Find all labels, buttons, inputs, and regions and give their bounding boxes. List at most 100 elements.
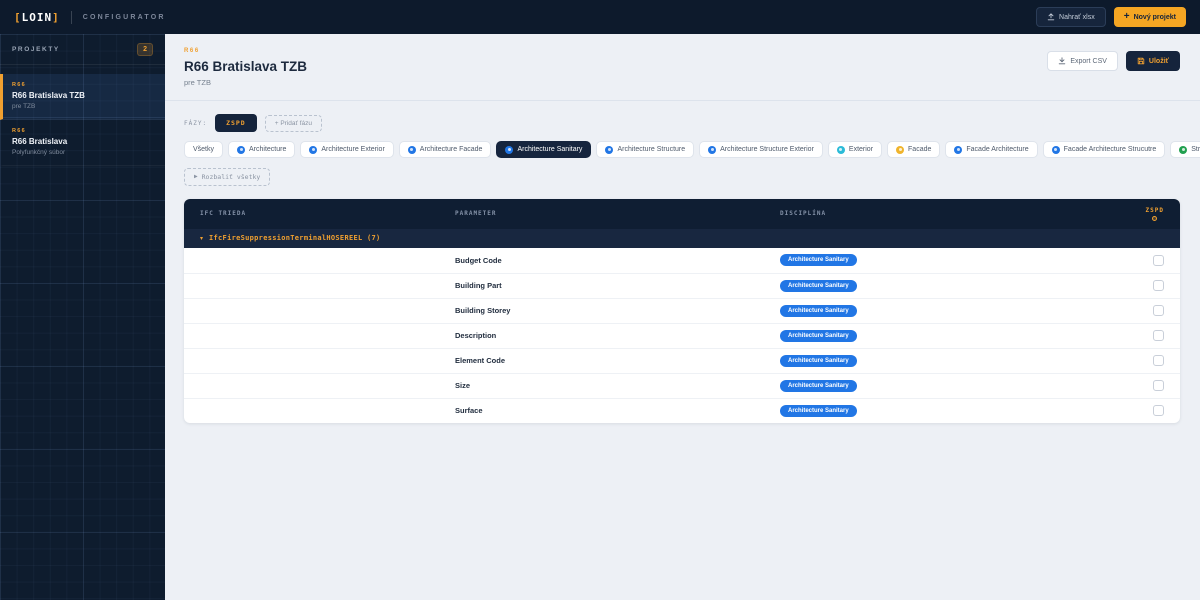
export-csv-label: Export CSV [1070,58,1107,65]
expand-all-button[interactable]: ▶ Rozbaliť všetky [184,168,270,186]
save-button[interactable]: Uložiť [1126,51,1180,71]
download-icon [1058,57,1066,65]
page-header: R66 R66 Bratislava TZB pre TZB Export CS… [184,48,1180,87]
zspd-column-label: ZSPD [1146,207,1164,214]
upload-label: Nahrať xlsx [1059,14,1095,21]
project-subtitle: pre TZB [12,103,153,110]
save-icon [1137,57,1145,65]
row-checkbox[interactable] [1153,330,1164,341]
upload-icon [1047,13,1055,21]
projects-header: PROJEKTY 2 [0,34,165,65]
project-subtitle: Polyfunkčný súbor [12,149,153,156]
table-row: Element Code Architecture Sanitary [184,348,1180,373]
discipline-badge: Architecture Sanitary [780,330,857,342]
discipline-dot-icon [954,146,962,154]
filter-chip-label: Architecture Exterior [321,146,384,153]
sidebar-project-r66-bratislava-tzb[interactable]: R66 R66 Bratislava TZB pre TZB [0,74,165,120]
column-zspd[interactable]: ZSPD [1146,207,1164,221]
logo-bracket-left: [ [14,11,22,24]
discipline-dot-icon [708,146,716,154]
logo-text: LOIN [22,11,53,24]
save-label: Uložiť [1149,58,1169,65]
discipline-badge: Architecture Sanitary [780,280,857,292]
row-checkbox[interactable] [1153,280,1164,291]
row-checkbox[interactable] [1153,305,1164,316]
discipline-dot-icon [896,146,904,154]
plus-icon: + [1124,12,1130,22]
add-phase-button[interactable]: + Pridať fázu [265,115,322,132]
filter-chip-label: Architecture [249,146,286,153]
row-checkbox[interactable] [1153,405,1164,416]
parameter-name: Building Storey [455,306,780,315]
filter-chip-structure[interactable]: Structure [1170,141,1200,158]
header-divider [165,100,1200,101]
filter-chip-label: Facade [908,146,931,153]
page-title: R66 Bratislava TZB [184,59,307,74]
logo-divider [71,11,72,24]
discipline-badge: Architecture Sanitary [780,305,857,317]
column-parameter: PARAMETER [455,210,780,217]
new-project-button[interactable]: + Nový projekt [1114,7,1186,27]
projects-sidebar: PROJEKTY 2 R66 R66 Bratislava TZB pre TZ… [0,34,165,600]
filter-chip-facade[interactable]: Facade [887,141,940,158]
page-subtitle: pre TZB [184,78,307,87]
export-csv-button[interactable]: Export CSV [1047,51,1118,71]
row-checkbox[interactable] [1153,380,1164,391]
discipline-filter-bar: Všetky Architecture Architecture Exterio… [184,141,1180,158]
main-content: R66 R66 Bratislava TZB pre TZB Export CS… [165,34,1200,600]
filter-chip-label: Architecture Structure [617,146,685,153]
project-name: R66 Bratislava [12,137,153,146]
column-disciplina: DISCIPLÍNA [780,210,1114,217]
table-body: Budget Code Architecture Sanitary Buildi… [184,248,1180,423]
parameter-name: Size [455,381,780,390]
filter-chip-label: Structure [1191,146,1200,153]
ifc-group-row[interactable]: ▾ IfcFireSuppressionTerminalHOSEREEL (7) [184,229,1180,248]
table-row: Building Storey Architecture Sanitary [184,298,1180,323]
discipline-badge: Architecture Sanitary [780,380,857,392]
filter-chip-label: Architecture Facade [420,146,483,153]
project-code-label: R66 [184,48,307,54]
filter-chip-v-etky[interactable]: Všetky [184,141,223,158]
topbar: [ LOIN ] CONFIGURATOR Nahrať xlsx + Nový… [0,0,1200,34]
discipline-dot-icon [1179,146,1187,154]
expand-all-label: Rozbaliť všetky [202,173,261,181]
parameter-name: Budget Code [455,256,780,265]
phases-label: FÁZY: [184,120,207,127]
upload-xlsx-button[interactable]: Nahrať xlsx [1036,7,1106,27]
project-name: R66 Bratislava TZB [12,91,153,100]
parameter-name: Building Part [455,281,780,290]
table-row: Size Architecture Sanitary [184,373,1180,398]
sidebar-project-r66-bratislava[interactable]: R66 R66 Bratislava Polyfunkčný súbor [0,120,165,166]
filter-chip-architecture-facade[interactable]: Architecture Facade [399,141,492,158]
filter-chip-architecture-structure[interactable]: Architecture Structure [596,141,694,158]
table-row: Description Architecture Sanitary [184,323,1180,348]
filter-chip-label: Facade Architecture Strucutre [1064,146,1157,153]
filter-chip-architecture[interactable]: Architecture [228,141,295,158]
parameter-name: Surface [455,406,780,415]
column-ifc-trieda: IFC TRIEDA [200,210,455,217]
phases-section: FÁZY: ZSPD + Pridať fázu [184,114,1180,132]
projects-list: R66 R66 Bratislava TZB pre TZB R66 R66 B… [0,65,165,166]
phase-chip-zspd[interactable]: ZSPD [215,114,257,132]
filter-chip-facade-architecture[interactable]: Facade Architecture [945,141,1037,158]
discipline-dot-icon [605,146,613,154]
filter-chip-label: Facade Architecture [966,146,1028,153]
discipline-dot-icon [309,146,317,154]
table-row: Budget Code Architecture Sanitary [184,248,1180,273]
filter-chip-label: Architecture Sanitary [517,146,582,153]
row-checkbox[interactable] [1153,255,1164,266]
discipline-dot-icon [505,146,513,154]
project-code: R66 [12,82,153,88]
row-checkbox[interactable] [1153,355,1164,366]
filter-chip-architecture-sanitary[interactable]: Architecture Sanitary [496,141,591,158]
filter-chip-architecture-structure-exterior[interactable]: Architecture Structure Exterior [699,141,823,158]
filter-chip-exterior[interactable]: Exterior [828,141,882,158]
filter-chip-label: Exterior [849,146,873,153]
play-icon: ▶ [194,173,198,180]
projects-count-badge: 2 [137,43,153,56]
zspd-select-all-icon[interactable] [1152,216,1157,221]
filter-chip-facade-architecture-strucutre[interactable]: Facade Architecture Strucutre [1043,141,1166,158]
filter-chip-architecture-exterior[interactable]: Architecture Exterior [300,141,393,158]
discipline-dot-icon [1052,146,1060,154]
table-row: Surface Architecture Sanitary [184,398,1180,423]
